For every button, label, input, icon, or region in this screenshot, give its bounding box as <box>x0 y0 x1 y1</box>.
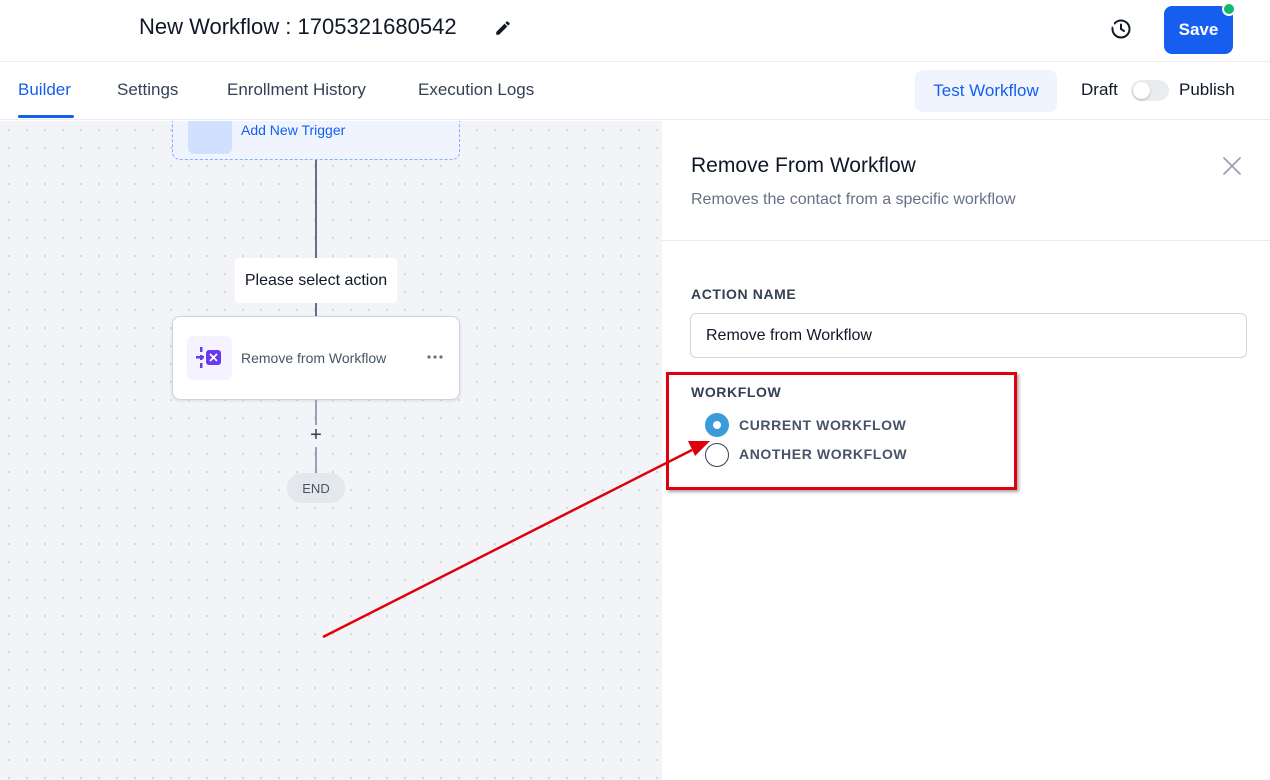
workflow-title: New Workflow : 1705321680542 <box>139 14 457 39</box>
tab-execution-logs[interactable]: Execution Logs <box>418 80 534 100</box>
end-node: END <box>287 473 345 503</box>
add-trigger-label: Add New Trigger <box>241 122 346 138</box>
test-workflow-button[interactable]: Test Workflow <box>915 70 1057 112</box>
action-name-label: ACTION NAME <box>691 286 797 302</box>
workflow-label: WORKFLOW <box>691 384 782 400</box>
close-icon[interactable] <box>1221 155 1243 177</box>
action-card-label: Remove from Workflow <box>241 350 387 366</box>
connector-line <box>315 447 317 473</box>
toggle-knob <box>1133 82 1150 99</box>
tab-enrollment-history[interactable]: Enrollment History <box>227 80 366 100</box>
action-settings-panel: Remove From Workflow Removes the contact… <box>662 121 1270 780</box>
tab-bar: Builder Settings Enrollment History Exec… <box>0 62 1270 120</box>
workflow-canvas[interactable]: Add New Trigger Please select action Rem… <box>0 121 662 780</box>
remove-from-workflow-icon <box>187 336 232 380</box>
online-status-dot <box>1222 2 1236 16</box>
add-trigger-card[interactable]: Add New Trigger <box>172 121 460 160</box>
another-workflow-radio[interactable] <box>705 443 729 467</box>
history-icon[interactable] <box>1109 17 1133 41</box>
connector-line <box>315 400 317 425</box>
current-workflow-radio[interactable] <box>705 413 729 437</box>
panel-subtitle: Removes the contact from a specific work… <box>691 191 1016 208</box>
more-options-icon[interactable] <box>425 347 445 367</box>
current-workflow-label[interactable]: CURRENT WORKFLOW <box>739 417 906 433</box>
add-step-icon[interactable]: + <box>306 425 326 445</box>
active-tab-indicator <box>18 115 74 118</box>
publish-toggle[interactable] <box>1131 80 1169 101</box>
publish-label: Publish <box>1179 80 1235 99</box>
pencil-icon[interactable] <box>494 19 512 37</box>
another-workflow-label[interactable]: ANOTHER WORKFLOW <box>739 446 907 462</box>
action-name-input[interactable] <box>690 313 1247 358</box>
select-action-button[interactable]: Please select action <box>235 258 397 303</box>
top-header: New Workflow : 1705321680542 Save <box>0 0 1270 62</box>
tab-settings[interactable]: Settings <box>117 80 178 100</box>
connector-line <box>315 160 317 258</box>
draft-label: Draft <box>1081 80 1118 99</box>
action-card-remove-from-workflow[interactable]: Remove from Workflow <box>172 316 460 400</box>
connector-line <box>315 303 317 316</box>
tab-builder[interactable]: Builder <box>18 80 71 100</box>
panel-divider <box>662 240 1270 241</box>
panel-title: Remove From Workflow <box>691 154 916 177</box>
add-trigger-icon <box>188 121 232 154</box>
